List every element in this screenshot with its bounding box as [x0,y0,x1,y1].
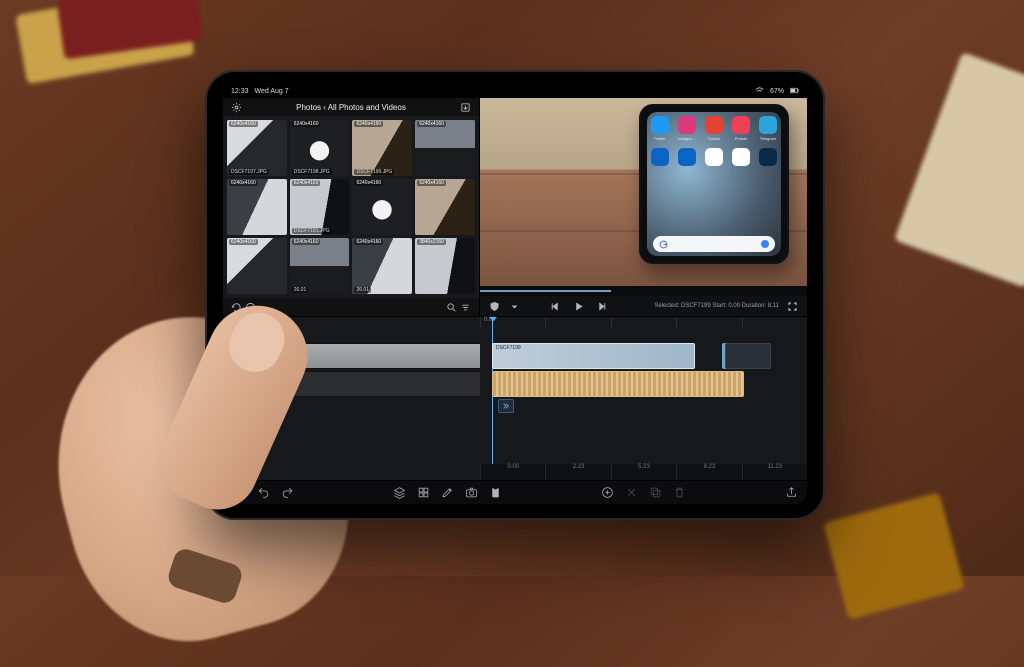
status-date: Wed Aug 7 [255,88,289,95]
media-thumbnail[interactable]: 6240x4160 [415,179,475,235]
thumb-dimensions: 6240x4160 [292,180,321,186]
shield-icon[interactable] [488,299,502,313]
close-icon[interactable] [623,485,639,501]
phone-app-icon [759,116,777,134]
share-icon[interactable] [783,485,799,501]
timeline-clip-audio[interactable] [492,371,744,397]
chevron-down-icon[interactable] [508,299,522,313]
ruler-tick: 8.23 [676,464,741,480]
battery-icon [790,86,799,97]
battery-percent: 67% [770,88,784,95]
thumb-dimensions: 3840x2160 [417,239,446,245]
trash-icon[interactable] [671,485,687,501]
preview-info-text: Selected: DSCF7199 Start: 0.00 Duration:… [654,303,779,309]
grid-icon[interactable] [415,485,431,501]
preview-phone [639,104,789,264]
phone-app-icon [705,116,723,134]
timeline-clip-video[interactable] [725,343,771,369]
thumb-dimensions: 6240x4160 [229,239,258,245]
thumb-filename: DSCF7198.JPG [292,169,332,175]
camera-icon[interactable] [463,485,479,501]
phone-app-icon [651,148,669,166]
thumb-dimensions: 6240x4160 [229,121,258,127]
thumb-dimensions: 6240x4160 [354,180,383,186]
status-time: 12:33 [231,88,249,95]
redo-icon[interactable] [279,485,295,501]
thumb-dimensions: 6240x4160 [229,180,258,186]
ruler-tick: 0.00 [480,464,545,480]
library-breadcrumb[interactable]: Photos ‹ All Photos and Videos [247,103,455,112]
playhead[interactable] [492,317,493,480]
media-thumbnail[interactable]: 6240x4160 26.01 [352,238,412,294]
play-icon[interactable] [571,299,585,313]
ruler-tick: 11.23 [742,464,807,480]
media-library: Photos ‹ All Photos and Videos 6240x4160… [223,98,480,316]
tablet-device: 12:33 Wed Aug 7 67% Photos ‹ All Photos … [205,70,825,520]
skip-back-icon[interactable] [547,299,561,313]
bottom-toolbar [223,480,807,504]
timeline-marker[interactable] [498,399,514,413]
import-icon[interactable] [459,100,473,114]
media-thumbnail[interactable]: 6240x4160 [227,238,287,294]
settings-icon[interactable] [229,100,243,114]
media-thumbnail[interactable]: 6240x4160 [227,179,287,235]
thumb-dimensions: 6240x4160 [354,239,383,245]
ruler-tick: 2.23 [545,464,610,480]
thumb-dimensions: 6240x4160 [417,180,446,186]
preview-viewport[interactable] [480,98,807,286]
timeline-ruler[interactable]: 0.002.235.238.2311.23 [480,464,807,480]
desk-object [894,52,1024,288]
preview-panel: Selected: DSCF7199 Start: 0.00 Duration:… [480,98,807,316]
thumbnail-grid: 6240x4160 DSCF7197.JPG 6240x4160 DSCF7198.J… [223,116,479,298]
thumb-filename: DSCF7191.JPG [292,228,332,234]
thumb-dimensions: 6240x4160 [292,239,321,245]
desk-object [823,492,965,620]
thumb-dimensions: 6240x4160 [292,121,321,127]
ruler-tick: 5.23 [611,464,676,480]
layers-icon[interactable] [391,485,407,501]
media-thumbnail[interactable]: 6240x4160 [415,120,475,176]
phone-app-icon [732,116,750,134]
thumb-dimensions: 6240x4160 [354,121,383,127]
thumb-dimensions: 6240x4160 [417,121,446,127]
media-thumbnail[interactable]: 6240x4160 DSCF7197.JPG [227,120,287,176]
google-g-icon [659,240,668,249]
thumb-filename: DSCF7197.JPG [229,169,269,175]
phone-app-icon [759,148,777,166]
phone-app-icon [678,116,696,134]
google-search-bar [653,236,775,252]
media-thumbnail[interactable]: 3840x2160 [415,238,475,294]
media-thumbnail[interactable]: 6240x4160 26.01 [290,238,350,294]
skip-forward-icon[interactable] [595,299,609,313]
phone-app-icon [705,148,723,166]
media-thumbnail[interactable]: 6240x4160 DSCF7198.JPG [290,120,350,176]
thumb-filename: 26.01 [354,287,371,293]
phone-app-icon [732,148,750,166]
add-icon[interactable] [599,485,615,501]
thumb-filename: DSCF7199.JPG [354,169,394,175]
phone-app-icon [678,148,696,166]
clipboard-icon[interactable] [487,485,503,501]
status-bar: 12:33 Wed Aug 7 67% [223,84,807,98]
preview-scrubber[interactable] [480,286,807,296]
media-thumbnail[interactable]: 6240x4160 DSCF7199.JPG [352,120,412,176]
clip-label: DSCF7199 [496,345,521,351]
expand-icon[interactable] [785,299,799,313]
phone-app-icon [651,116,669,134]
thumb-filename: 26.01 [292,287,309,293]
pencil-icon[interactable] [439,485,455,501]
wifi-icon [755,86,764,97]
media-thumbnail[interactable]: 6240x4160 [352,179,412,235]
search-icon[interactable] [445,300,459,314]
copy-icon[interactable] [647,485,663,501]
timeline[interactable]: 0.00 DSCF7199 0.002.235.238.2311.23 [480,317,807,480]
media-thumbnail[interactable]: 6240x4160 DSCF7191.JPG [290,179,350,235]
sort-icon[interactable] [459,300,473,314]
timeline-clip-video[interactable]: DSCF7199 [492,343,695,369]
app-screen: 12:33 Wed Aug 7 67% Photos ‹ All Photos … [223,84,807,504]
undo-icon[interactable] [255,485,271,501]
mic-icon [761,240,769,248]
